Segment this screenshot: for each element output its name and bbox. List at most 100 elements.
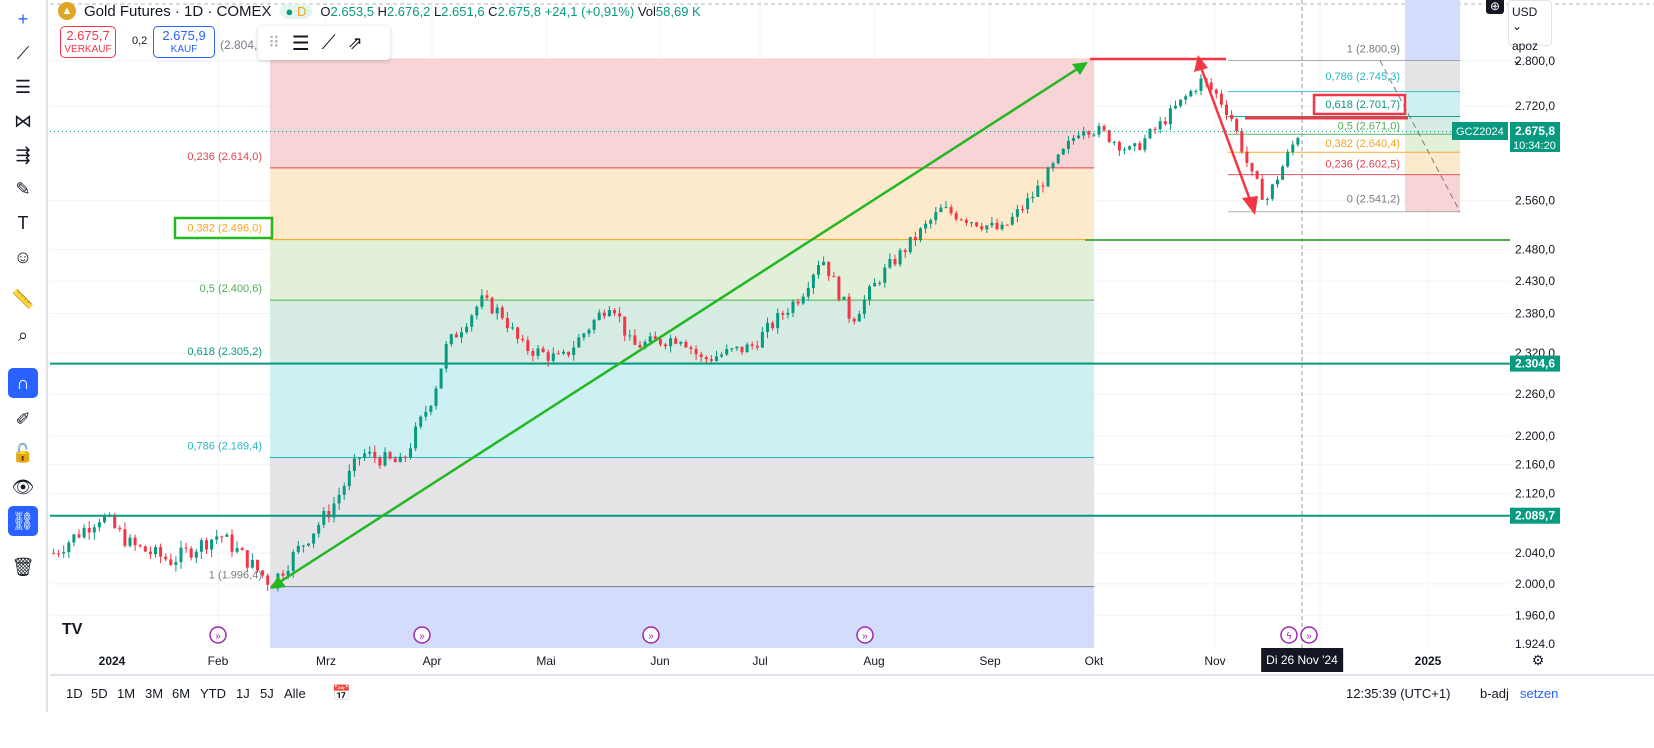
candle-body [225, 534, 229, 537]
candle-body [174, 562, 178, 565]
buy-button[interactable]: 2.675,9 KAUF [153, 26, 215, 58]
sell-button[interactable]: 2.675,7 VERKAUF [60, 26, 116, 58]
candle-body [307, 543, 310, 546]
link-icon[interactable]: ⛓ [8, 506, 38, 536]
lock-icon[interactable]: 🔓 [8, 438, 38, 468]
candle-body [1117, 141, 1121, 151]
trash-icon[interactable]: 🗑 [8, 552, 38, 582]
lightning-icon: ϟ [1286, 631, 1292, 642]
prediction-icon[interactable]: ⇶ [8, 140, 38, 170]
price-tick: 2.720,0 [1515, 99, 1555, 113]
ruler-icon[interactable]: 📏 [8, 284, 38, 314]
candle-body [954, 213, 958, 220]
brush-icon[interactable]: ✎ [8, 174, 38, 204]
currency-select[interactable]: USD ⌄ [1509, 1, 1551, 37]
range-1m[interactable]: 1M [117, 686, 135, 701]
unit-select[interactable]: apoz ⌄ [1509, 37, 1551, 69]
time-axis[interactable]: 2024 Feb Mrz Apr Mai Jun Jul Aug Sep Okt… [50, 648, 1560, 672]
lock-drawing-icon[interactable]: ✐ [8, 404, 38, 434]
ohlc-values: O2.653,5 H2.676,2 L2.651,6 C2.675,8 +24,… [320, 3, 701, 19]
emoji-icon[interactable]: ☺ [8, 242, 38, 272]
candle-body [1128, 146, 1132, 150]
add-icon[interactable]: ⊕ [1486, 0, 1504, 14]
candle-body [556, 353, 560, 355]
bottom-toolbar: 1D 5D 1M 3M 6M YTD 1J 5J Alle 📅 12:35:39… [50, 674, 1654, 710]
candle-body [862, 299, 866, 315]
time-tick: Apr [422, 654, 442, 668]
symbol-title[interactable]: Gold Futures · 1D · COMEX [84, 3, 272, 20]
candle-body [409, 448, 412, 458]
candle-body [1036, 185, 1040, 197]
time-tick: Sep [979, 654, 1001, 668]
range-3m[interactable]: 3M [145, 686, 163, 701]
candle-body [1092, 134, 1096, 136]
price-tick: 1.924,0 [1515, 637, 1555, 648]
symbol-header: ▲ Gold Futures · 1D · COMEX ● D O2.653,5… [58, 2, 701, 20]
candle-body [868, 286, 871, 300]
candle-body [1097, 126, 1101, 135]
candle-body [1031, 196, 1035, 199]
range-all[interactable]: Alle [284, 686, 306, 701]
left-toolbar: + ⟋ ☰ ⋈ ⇶ ✎ T ☺ 📏 ⌕ ∩ ✐ 🔓 👁 ⛓ 🗑 [0, 0, 48, 712]
text-icon[interactable]: T [8, 208, 38, 238]
settings-icon[interactable]: ⚙ [1532, 652, 1545, 669]
fib-retracement-icon[interactable]: ☰ [8, 72, 38, 102]
line-tool-icon[interactable]: ⟋ [322, 32, 336, 55]
candle-body [398, 456, 402, 463]
candle-body [567, 351, 571, 356]
range-1d[interactable]: 1D [66, 686, 83, 701]
candle-body [87, 528, 91, 533]
event-marker-icon: » [215, 631, 221, 642]
candle-body [475, 306, 479, 316]
calendar-icon[interactable]: 📅 [332, 684, 351, 702]
range-ytd[interactable]: YTD [200, 686, 226, 701]
candle-body [1066, 140, 1070, 149]
range-1y[interactable]: 1J [236, 686, 250, 701]
candle-body [373, 451, 377, 458]
candle-body [1123, 149, 1126, 151]
last-price: 2.675,8 [1515, 124, 1555, 138]
candle-body [1005, 224, 1009, 226]
time-tick: Aug [863, 654, 885, 668]
candle-body [154, 547, 157, 555]
eye-icon[interactable]: 👁 [8, 472, 38, 502]
candle-body [526, 340, 530, 352]
magnet-icon[interactable]: ∩ [8, 368, 38, 398]
clock-timezone[interactable]: 12:35:39 (UTC+1) [1346, 686, 1450, 701]
candle-body [975, 222, 979, 227]
candle-body [970, 222, 973, 224]
candle-body [82, 528, 86, 538]
range-5d[interactable]: 5D [91, 686, 108, 701]
pattern-icon[interactable]: ⋈ [8, 106, 38, 136]
range-5y[interactable]: 5J [260, 686, 274, 701]
candle-body [694, 348, 698, 355]
range-6m[interactable]: 6M [172, 686, 190, 701]
settings-link[interactable]: setzen [1520, 686, 1558, 701]
zoom-in-icon[interactable]: ⌕ [8, 320, 38, 350]
adjustment-toggle[interactable]: b-adj [1480, 686, 1509, 701]
fib-level-label: 0,618 (2.701,7) [1325, 99, 1400, 111]
candle-body [240, 548, 244, 551]
candle-body [342, 486, 346, 495]
candle-body [949, 207, 953, 214]
candle-body [1214, 89, 1218, 94]
price-tick: 2.000,0 [1515, 577, 1555, 591]
candle-body [230, 534, 234, 552]
drag-handle-icon[interactable]: ⠿ [268, 33, 280, 53]
candle-body [913, 236, 917, 241]
candle-body [760, 332, 764, 348]
candle-body [1240, 130, 1244, 152]
candle-body [776, 312, 780, 329]
candle-body [1072, 138, 1075, 141]
candle-body [541, 348, 545, 353]
market-status-badge: ● D [279, 3, 313, 19]
trend-line-icon[interactable]: ⟋ [8, 38, 38, 68]
fib-tool-icon[interactable]: ☰ [292, 31, 310, 56]
arrow-tool-icon[interactable]: ⇗ [348, 33, 363, 54]
currency-unit-selector[interactable]: USD ⌄ apoz ⌄ [1508, 0, 1552, 67]
crosshair-icon[interactable]: + [8, 4, 38, 34]
candle-body [577, 337, 581, 348]
price-chart[interactable]: 0,236 (2.614,0) 0,382 (2.496,0) 0,5 (2.400… [50, 0, 1654, 648]
candle-body [766, 322, 769, 333]
candle-body [664, 344, 667, 347]
